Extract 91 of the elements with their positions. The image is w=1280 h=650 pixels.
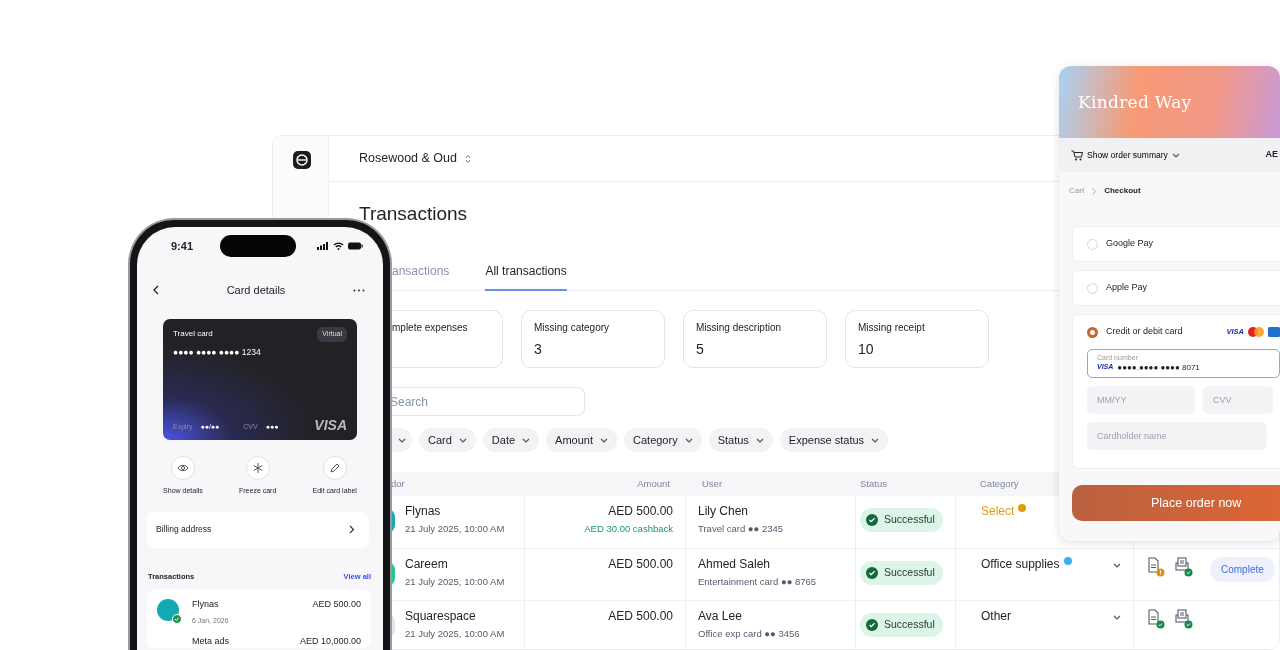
eye-icon [175,462,190,474]
check-circle-icon [866,514,878,526]
billing-address-row[interactable]: Billing address [147,511,369,548]
battery-icon [348,242,363,250]
card-brand: VISA [314,418,347,432]
chevron-down-icon [458,437,467,443]
signal-icon [317,242,329,250]
status-time: 9:41 [171,238,194,254]
store-name: Kindred Way [1078,92,1192,112]
stat-label: Missing description [696,321,783,335]
chevron-down-icon [684,437,693,443]
user-name: Ava Lee [698,609,743,624]
order-total: AE [1265,148,1278,162]
amex-logo [1268,327,1280,337]
stat-value: 10 [858,340,875,359]
vendor-name: Careem [405,556,449,572]
amount: AED 500.00 [607,504,673,519]
card-number-value: ●●●●.●●●● ●●●● 8071 [1117,361,1200,374]
filter-chip[interactable]: Status [708,428,773,452]
chevron-down-icon[interactable] [1113,615,1121,620]
stat-label: Missing receipt [858,321,926,335]
chevron-down-icon [522,437,531,443]
table-header-cell: User [686,472,856,496]
card-label: Travel card ●● 2345 [698,522,785,536]
amount: AED 500.00 [607,609,673,624]
category-name: Office supplies [981,556,1060,572]
mastercard-logo [1248,327,1264,337]
cashback-amount: AED 30.00 cashback [583,522,673,536]
merchant-name: Flynas [192,597,220,611]
filter-chip[interactable] [391,428,412,452]
cart-icon [1071,149,1083,161]
back-icon[interactable] [153,285,159,295]
company-name[interactable]: Rosewood & Oud [359,149,457,168]
screen-title: Card details [226,282,286,298]
logo-icon [293,151,311,169]
card-name: Travel card [173,328,213,341]
status-badge: Successful [860,508,943,532]
user-name: Lily Chen [698,504,750,519]
sort-icon[interactable] [465,153,471,164]
filter-chip[interactable]: Amount [546,428,617,452]
chevron-down-icon [1171,152,1180,158]
chevron-down-icon [871,437,880,443]
transaction-date: 21 July 2025, 10:00 AM [405,574,505,589]
place-order-button[interactable]: Place order now [1072,485,1280,521]
vendor-name: Flynas [405,504,442,519]
transaction-amount: AED 10,000.00 [299,634,361,648]
payment-option[interactable]: Google Pay [1073,227,1280,261]
breadcrumb-current: Checkout [1104,185,1141,197]
page-title: Transactions [359,202,469,226]
transaction-date: 21 July 2025, 10:00 AM [405,627,505,641]
filter-chip[interactable]: Date [482,428,540,452]
card-label: Entertainment card ●● 8765 [698,574,818,589]
filter-chip[interactable]: Category [624,428,702,452]
tab[interactable]: All transactions [485,253,567,291]
payment-option[interactable]: Apple Pay [1073,271,1280,305]
card-label: Office exp card ●● 3456 [698,627,801,641]
order-summary-toggle[interactable]: Show order summary [1071,148,1180,162]
chevron-down-icon [755,437,764,443]
wifi-icon [333,242,344,250]
pencil-icon [327,462,342,474]
user-name: Ahmed Saleh [698,556,772,572]
merchant-name: Meta ads [192,634,230,648]
expiry-field[interactable]: MM/YY [1087,386,1195,414]
expense-status-badge: Complete [1210,556,1275,582]
check-circle-icon [866,619,878,631]
chevron-down-icon [398,437,406,443]
cardholder-name-field[interactable]: Cardholder name [1087,422,1267,450]
stat-label: Missing category [534,321,611,335]
status-badge: Successful [860,560,943,585]
stat-value: 5 [696,340,705,359]
filter-chip[interactable]: Expense status [779,428,889,452]
transaction-amount: AED 500.00 [312,597,361,611]
amount: AED 500.00 [607,556,673,572]
status-badge: Successful [860,613,943,637]
chevron-right-icon [1092,187,1097,195]
cvv-field[interactable]: CVV [1203,386,1273,414]
filter-chip[interactable]: Card [419,428,476,452]
card-number: ●●●● ●●●● ●●●● 1234 [173,345,262,359]
table-header-cell: Amount [525,472,686,496]
stat-value: 3 [534,340,543,359]
more-icon[interactable] [353,288,365,292]
check-circle-icon [866,566,878,579]
chevron-down-icon [600,437,608,443]
category-name: Other [981,609,1011,624]
chevron-down-icon[interactable] [1113,562,1121,568]
transaction-date: 21 July 2025, 10:00 AM [405,522,505,536]
chevron-right-icon [349,525,355,534]
stat-label: mplete expenses [392,321,469,335]
radio-button[interactable] [1087,326,1098,338]
table-header-cell: Status [856,472,956,496]
vendor-name: Squarespace [405,609,477,624]
